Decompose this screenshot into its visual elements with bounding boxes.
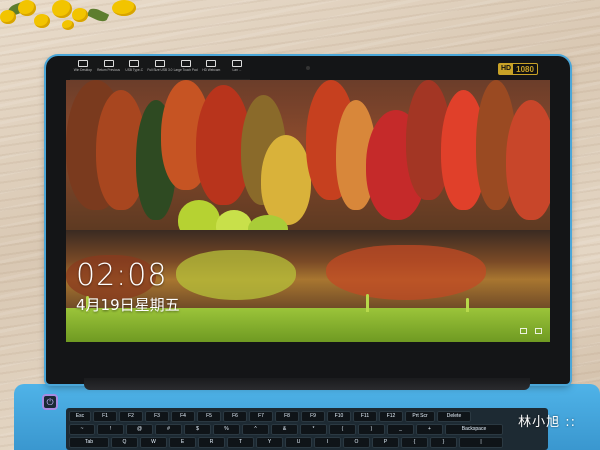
keyboard: Esc F1 F2 F3 F4 F5 F6 F7 F8 F9 F10 F11 F… xyxy=(66,408,548,450)
key[interactable]: F1 xyxy=(93,411,117,422)
key[interactable]: ^ xyxy=(242,424,269,435)
keyboard-top-letter-row: Tab Q W E R T Y U I O P { } | xyxy=(69,437,545,448)
key[interactable]: * xyxy=(300,424,327,435)
webcam-icon xyxy=(306,66,310,70)
lan-icon xyxy=(231,60,242,67)
toolbar-item-return-previous: Return Previous xyxy=(96,58,122,80)
key[interactable]: % xyxy=(213,424,240,435)
backspace-key[interactable]: Backspace xyxy=(445,424,503,435)
touchpad-icon xyxy=(180,60,191,67)
key[interactable]: ( xyxy=(329,424,356,435)
lock-screen-status-tray xyxy=(520,328,542,334)
toolbar-item-touch-pad: Large Touch Pad xyxy=(173,58,199,80)
key[interactable]: I xyxy=(314,437,341,448)
key[interactable]: F3 xyxy=(145,411,169,422)
key[interactable]: F9 xyxy=(301,411,325,422)
power-button[interactable]: ⏻ xyxy=(42,394,58,410)
key[interactable]: F5 xyxy=(197,411,221,422)
key[interactable]: F12 xyxy=(379,411,403,422)
laptop-hinge xyxy=(84,378,530,390)
usb-icon xyxy=(154,60,165,67)
webcam-icon xyxy=(206,60,217,67)
key[interactable]: @ xyxy=(126,424,153,435)
key[interactable]: & xyxy=(271,424,298,435)
key[interactable]: F8 xyxy=(275,411,299,422)
key[interactable]: Delete xyxy=(437,411,471,422)
toolbar-item-usb-3: Full Size USB 3.0 xyxy=(147,58,173,80)
key[interactable]: Tab xyxy=(69,437,109,448)
key[interactable]: T xyxy=(227,437,254,448)
return-icon xyxy=(103,60,114,67)
photographer-watermark: 林小旭 :: xyxy=(518,415,576,430)
key[interactable]: _ xyxy=(387,424,414,435)
key[interactable]: ~ xyxy=(69,424,95,435)
key[interactable]: } xyxy=(430,437,457,448)
key[interactable]: { xyxy=(401,437,428,448)
key[interactable]: Esc xyxy=(69,411,91,422)
key[interactable]: F10 xyxy=(327,411,351,422)
feature-overlay-toolbar: Win Desktop Return Previous USB Type-C F… xyxy=(70,58,250,80)
usb-c-icon xyxy=(129,60,140,67)
battery-icon xyxy=(535,328,542,334)
key[interactable]: P xyxy=(372,437,399,448)
resolution-label: 1080 xyxy=(516,64,534,74)
hd-label: HD xyxy=(499,64,514,74)
key[interactable]: Prt Scr xyxy=(405,411,435,422)
key[interactable]: O xyxy=(343,437,370,448)
key[interactable]: U xyxy=(285,437,312,448)
toolbar-item-lan: Lan ... xyxy=(224,58,250,80)
key[interactable]: | xyxy=(459,437,503,448)
toolbar-item-hd-webcam: HD Webcam xyxy=(198,58,224,80)
key[interactable]: ! xyxy=(97,424,124,435)
toolbar-item-usb-type-c: USB Type-C xyxy=(121,58,147,80)
key[interactable]: F6 xyxy=(223,411,247,422)
key[interactable]: R xyxy=(198,437,225,448)
desktop-icon xyxy=(77,60,88,67)
key[interactable]: F7 xyxy=(249,411,273,422)
toolbar-item-win-desktop: Win Desktop xyxy=(70,58,96,80)
network-icon xyxy=(520,328,527,334)
yellow-flowers xyxy=(0,0,150,40)
key[interactable]: $ xyxy=(184,424,211,435)
key[interactable]: + xyxy=(416,424,443,435)
lock-screen-date: 4月19日星期五 xyxy=(76,296,180,314)
keyboard-number-row: ~ ! @ # $ % ^ & * ( ) _ + Backspace xyxy=(69,424,545,435)
key[interactable]: F4 xyxy=(171,411,195,422)
key[interactable]: E xyxy=(169,437,196,448)
lock-screen[interactable]: 02:08 4月19日星期五 xyxy=(66,80,550,342)
keyboard-function-row: Esc F1 F2 F3 F4 F5 F6 F7 F8 F9 F10 F11 F… xyxy=(69,411,545,422)
lock-screen-time: 02:08 xyxy=(76,258,168,293)
key[interactable]: W xyxy=(140,437,167,448)
key[interactable]: F2 xyxy=(119,411,143,422)
key[interactable]: Y xyxy=(256,437,283,448)
hd-1080-badge: HD 1080 xyxy=(498,63,538,75)
key[interactable]: # xyxy=(155,424,182,435)
key[interactable]: F11 xyxy=(353,411,377,422)
key[interactable]: ) xyxy=(358,424,385,435)
key[interactable]: Q xyxy=(111,437,138,448)
